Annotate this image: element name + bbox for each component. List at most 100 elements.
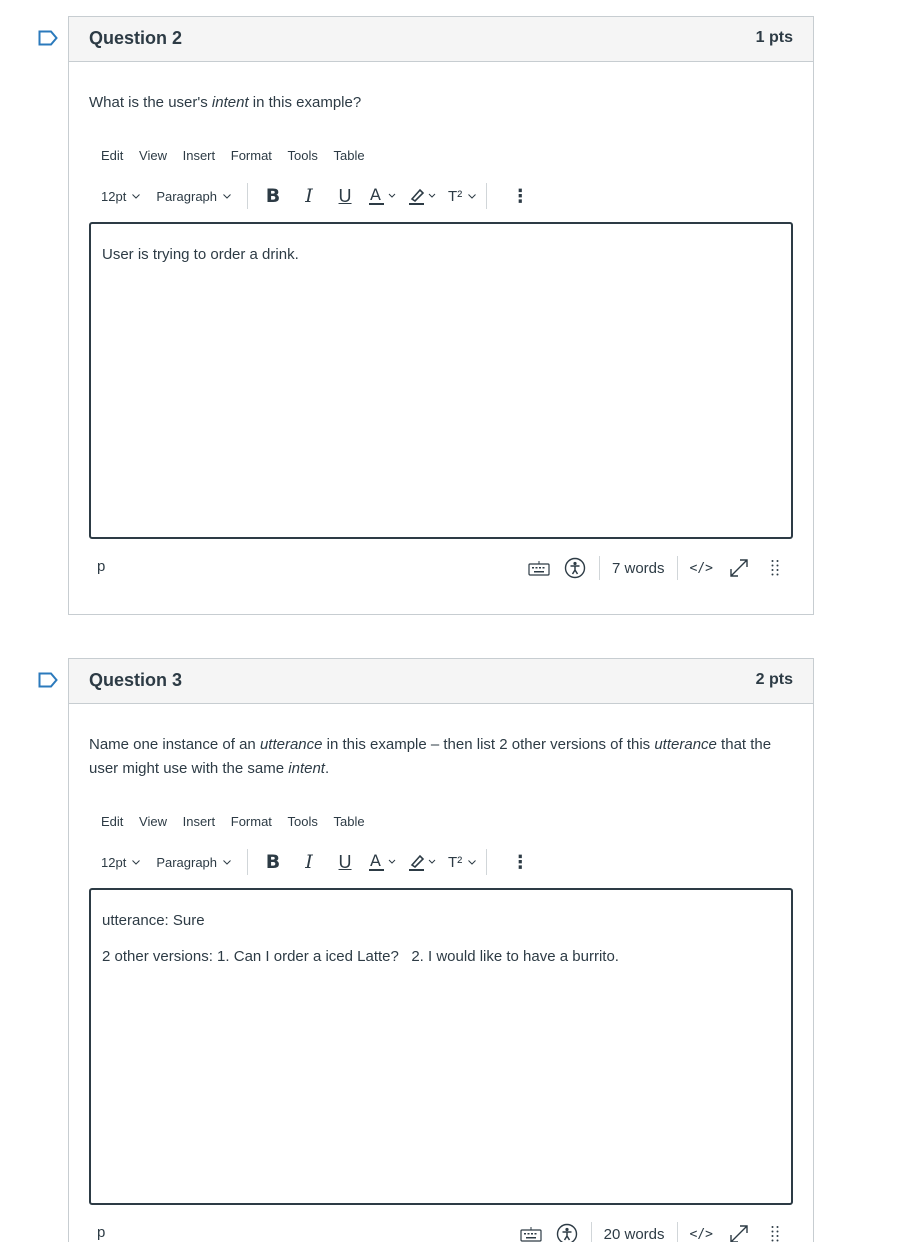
flag-question-icon[interactable]	[38, 30, 58, 46]
toolbar-divider	[247, 183, 249, 209]
chevron-down-icon	[132, 860, 141, 865]
bold-button[interactable]: B	[260, 849, 286, 875]
menu-view[interactable]: View	[139, 148, 167, 163]
menu-tools[interactable]: Tools	[288, 814, 318, 829]
html-editor-button[interactable]: </>	[690, 561, 713, 576]
highlight-color-button[interactable]	[408, 849, 438, 875]
fullscreen-button[interactable]	[727, 556, 751, 580]
drag-handle-icon	[771, 1226, 779, 1242]
menu-format[interactable]: Format	[231, 148, 272, 163]
resize-handle[interactable]	[763, 1222, 787, 1242]
element-path[interactable]: p	[97, 558, 105, 575]
superscript-label: T²	[448, 187, 463, 205]
question-title: Question 2	[89, 28, 183, 48]
answer-line: 2 other versions: 1. Can I order a iced …	[102, 948, 619, 965]
statusbar-divider	[590, 1222, 592, 1242]
more-options-button[interactable]: ⋮	[507, 849, 533, 875]
font-size-select[interactable]: 12pt	[101, 189, 141, 204]
svg-text:A: A	[370, 851, 381, 870]
question-title: Question 3	[89, 670, 183, 690]
editor-toolbar: 12pt Paragraph B I U A T² ⋮	[101, 847, 543, 877]
text-color-button[interactable]: A	[368, 849, 398, 875]
word-count[interactable]: 20 words	[604, 1226, 665, 1242]
question-prompt: Name one instance of an utterance in thi…	[89, 733, 793, 781]
chevron-down-icon	[132, 194, 141, 199]
statusbar-divider	[676, 556, 678, 580]
prompt-text: in this example – then list 2 other vers…	[322, 736, 655, 753]
answer-line: User is trying to order a drink.	[102, 246, 299, 263]
answer-editor[interactable]: utterance: Sure 2 other versions: 1. Can…	[89, 888, 793, 1205]
font-size-select[interactable]: 12pt	[101, 854, 141, 870]
menu-table[interactable]: Table	[334, 814, 365, 829]
accessibility-checker-button[interactable]	[563, 556, 587, 580]
question-card: Question 3 2 pts Name one instance of an…	[68, 658, 814, 1242]
toolbar-divider	[486, 183, 488, 209]
chevron-down-icon	[468, 860, 477, 865]
menu-insert[interactable]: Insert	[183, 148, 216, 163]
word-count[interactable]: 7 words	[612, 560, 665, 577]
text-color-icon: A	[369, 185, 396, 205]
keyboard-icon	[528, 561, 550, 576]
question-card: Question 2 1 pts What is the user's inte…	[68, 16, 814, 615]
editor-statusbar: p 20 words </>	[89, 1217, 793, 1242]
highlight-color-button[interactable]	[408, 183, 438, 209]
block-format-select[interactable]: Paragraph	[156, 855, 231, 870]
text-color-icon: A	[369, 851, 396, 871]
menu-tools[interactable]: Tools	[288, 148, 318, 163]
menu-insert[interactable]: Insert	[183, 814, 216, 829]
menu-edit[interactable]: Edit	[101, 814, 123, 829]
text-color-button[interactable]: A	[368, 183, 398, 209]
prompt-emphasis: utterance	[654, 736, 717, 753]
prompt-text: What is the user's	[89, 94, 212, 111]
question-header: Question 3 2 pts	[69, 659, 813, 704]
editor-statusbar: p 7 words </>	[89, 551, 793, 585]
answer-line: utterance: Sure	[102, 912, 205, 929]
underline-button[interactable]: U	[332, 183, 358, 209]
underline-button[interactable]: U	[332, 849, 358, 875]
superscript-button[interactable]: T²	[448, 183, 477, 209]
keyboard-shortcuts-button[interactable]	[527, 556, 551, 580]
editor-menubar: Edit View Insert Format Tools Table	[101, 148, 377, 168]
menu-edit[interactable]: Edit	[101, 148, 123, 163]
more-options-button[interactable]: ⋮	[507, 183, 533, 209]
answer-editor[interactable]: User is trying to order a drink.	[89, 222, 793, 539]
bold-button[interactable]: B	[260, 183, 286, 209]
italic-button[interactable]: I	[296, 849, 322, 875]
element-path[interactable]: p	[97, 1224, 105, 1241]
editor-menubar: Edit View Insert Format Tools Table	[101, 814, 377, 834]
prompt-emphasis: intent	[288, 760, 325, 777]
block-format-select[interactable]: Paragraph	[156, 189, 231, 204]
statusbar-divider	[676, 1222, 678, 1242]
menu-format[interactable]: Format	[231, 814, 272, 829]
question-header: Question 2 1 pts	[69, 17, 813, 62]
statusbar-divider	[598, 556, 600, 580]
menu-view[interactable]: View	[139, 814, 167, 829]
question-prompt: What is the user's intent in this exampl…	[89, 91, 793, 115]
highlighter-icon	[409, 854, 436, 871]
prompt-text: Name one instance of an	[89, 736, 260, 753]
statusbar-actions: 20 words </>	[519, 1220, 793, 1242]
font-size-value: 12pt	[101, 854, 127, 870]
keyboard-icon	[520, 1227, 542, 1242]
italic-button[interactable]: I	[296, 183, 322, 209]
menu-table[interactable]: Table	[334, 148, 365, 163]
chevron-down-icon	[468, 194, 477, 199]
html-editor-button[interactable]: </>	[690, 1227, 713, 1242]
expand-icon	[730, 1225, 748, 1242]
accessibility-checker-button[interactable]	[555, 1222, 579, 1242]
drag-handle-icon	[771, 560, 779, 576]
toolbar-divider	[247, 849, 249, 875]
question-points: 1 pts	[755, 29, 793, 46]
statusbar-actions: 7 words </>	[527, 554, 793, 582]
editor-toolbar: 12pt Paragraph B I U A T² ⋮	[101, 181, 543, 211]
expand-icon	[730, 559, 748, 577]
block-format-value: Paragraph	[156, 854, 218, 870]
keyboard-shortcuts-button[interactable]	[519, 1222, 543, 1242]
chevron-down-icon	[223, 194, 231, 199]
toolbar-divider	[486, 849, 488, 875]
fullscreen-button[interactable]	[727, 1222, 751, 1242]
resize-handle[interactable]	[763, 556, 787, 580]
accessibility-icon	[564, 557, 586, 579]
flag-question-icon[interactable]	[38, 672, 58, 688]
superscript-button[interactable]: T²	[448, 849, 477, 875]
